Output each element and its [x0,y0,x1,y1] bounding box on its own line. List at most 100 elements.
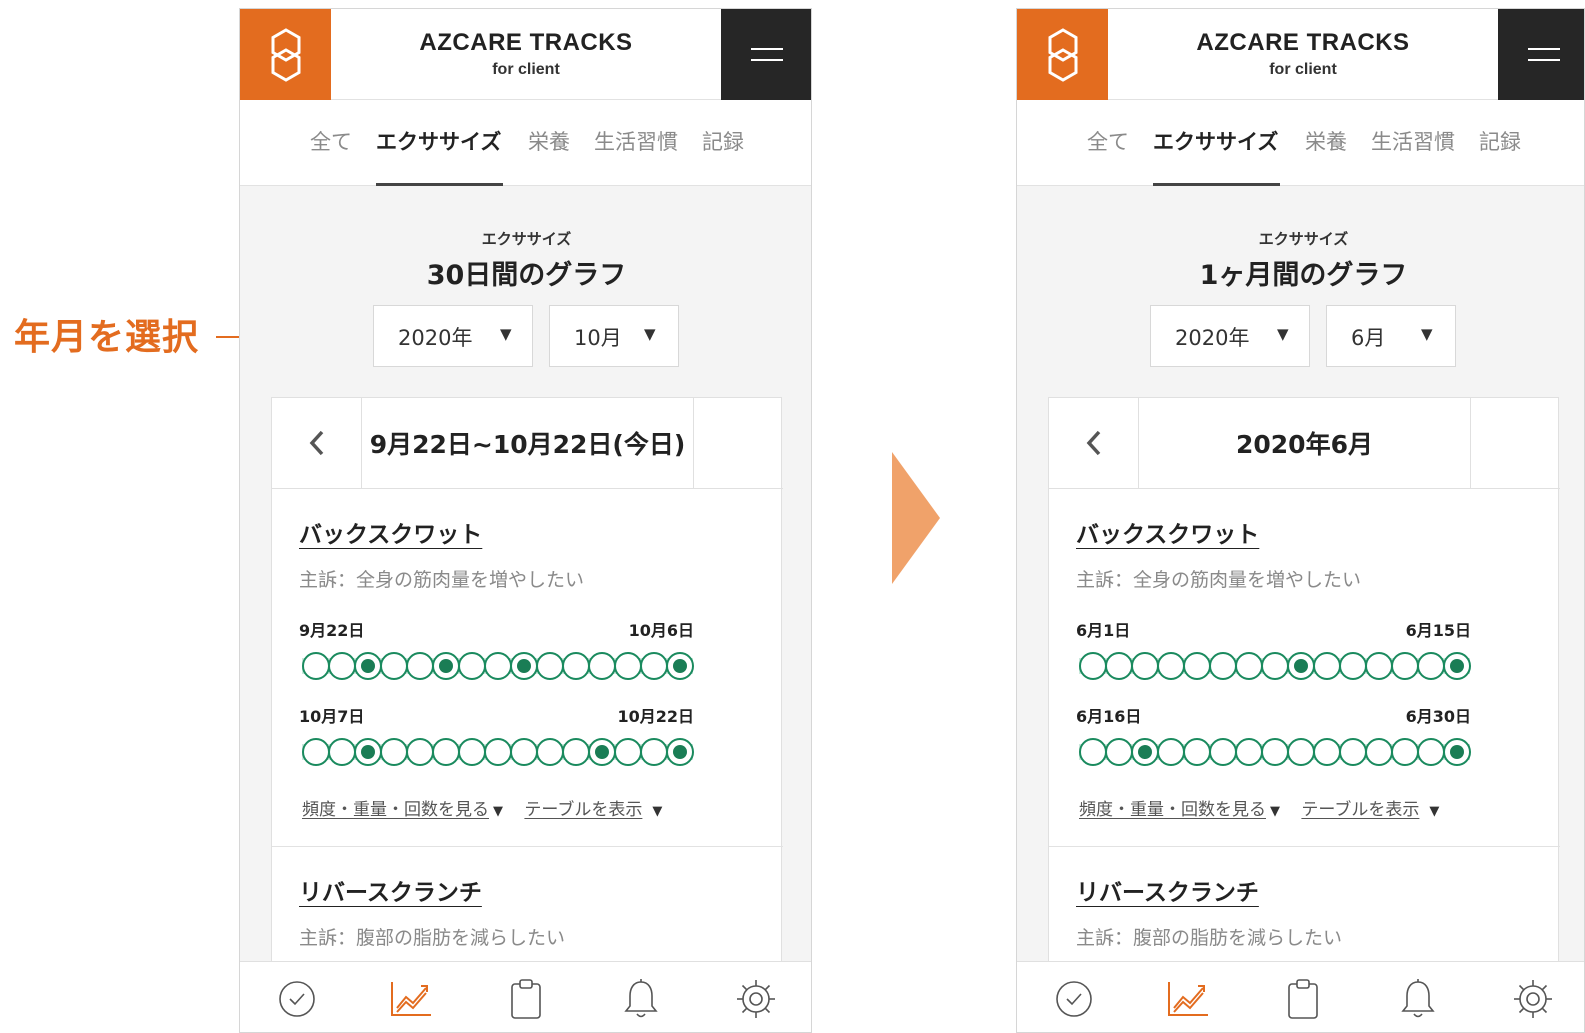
day-dot-empty [458,738,486,766]
row-end-date: 10月6日 [628,621,694,640]
bottom-navigation [240,961,811,1032]
year-select[interactable]: 2020年 ▼ [1150,305,1310,367]
day-dot-empty [406,738,434,766]
tab-records[interactable]: 記録 [1479,126,1521,156]
section-label: エクササイズ [481,230,572,248]
month-select-value: 10月 [574,326,622,350]
day-dot-empty [1391,738,1419,766]
tab-all[interactable]: 全て [1087,126,1129,156]
check-circle-icon[interactable] [1049,974,1099,1024]
app-header: AZCARE TRACKS for client [1017,9,1584,100]
show-table-link[interactable]: テーブルを表示 [1301,800,1419,820]
row-end-date: 10月22日 [617,707,694,726]
show-detail-link[interactable]: 頻度・重量・回数を見る [302,800,489,820]
day-dot-done [1287,652,1315,680]
previous-period-button[interactable] [1049,398,1139,488]
day-dot-empty [1183,652,1211,680]
exercise-title[interactable]: バックスクワット [1076,515,1259,549]
day-dot-empty [328,738,356,766]
tab-all[interactable]: 全て [310,126,352,156]
day-dot-empty [1339,738,1367,766]
callout-label: 年月を選択 [14,317,200,358]
month-select[interactable]: 6月 ▼ [1326,305,1456,367]
year-select[interactable]: 2020年 ▼ [373,305,533,367]
tab-nutrition[interactable]: 栄養 [1305,126,1347,156]
day-dot-empty [458,652,486,680]
day-dot-empty [640,738,668,766]
chevron-down-icon: ▼ [1429,804,1440,819]
day-dot-empty [614,738,642,766]
next-period-button[interactable] [1470,398,1560,488]
day-dot-done [510,652,538,680]
tab-lifestyle[interactable]: 生活習慣 [594,126,678,156]
hamburger-menu-icon[interactable] [721,9,811,100]
day-dot-empty [1157,652,1185,680]
chevron-down-icon: ▼ [1421,325,1433,343]
transition-arrow-icon [892,452,940,584]
graph-title: 30日間のグラフ [426,260,627,291]
day-dot-done [1131,738,1159,766]
check-circle-icon[interactable] [272,974,322,1024]
day-dot-empty [302,652,330,680]
hexagon-logo-icon[interactable] [1017,9,1108,100]
tab-records[interactable]: 記録 [702,126,744,156]
chart-icon[interactable] [386,974,436,1024]
day-dot-done [354,738,382,766]
card-divider [1049,846,1560,847]
day-dot-done [1443,738,1471,766]
gear-icon[interactable] [1508,974,1558,1024]
day-dot-done [432,652,460,680]
month-select[interactable]: 10月 ▼ [549,305,679,367]
period-label: 9月22日~10月22日(今日) [369,430,686,459]
row-end-date: 6月30日 [1405,707,1471,726]
chart-icon[interactable] [1163,974,1213,1024]
day-dot-empty [302,738,330,766]
bell-icon[interactable] [1393,974,1443,1024]
period-navigation: 2020年6月 [1049,398,1560,489]
category-tabs: 全て エクササイズ 栄養 生活習慣 記録 [1017,100,1584,186]
day-dot-empty [380,652,408,680]
show-detail-link[interactable]: 頻度・重量・回数を見る [1079,800,1266,820]
day-dot-empty [1391,652,1419,680]
day-dot-empty [536,652,564,680]
tab-exercise[interactable]: エクササイズ [376,126,501,156]
day-dot-empty [432,738,460,766]
tab-exercise[interactable]: エクササイズ [1153,126,1278,156]
exercise-title[interactable]: バックスクワット [299,515,482,549]
brand: AZCARE TRACKS for client [331,9,721,100]
hamburger-menu-icon[interactable] [1498,9,1584,100]
app-title: AZCARE TRACKS [419,29,633,56]
tab-nutrition[interactable]: 栄養 [528,126,570,156]
previous-period-button[interactable] [272,398,362,488]
day-dot-empty [1339,652,1367,680]
day-dot-empty [1235,652,1263,680]
chevron-down-icon: ▼ [644,325,656,343]
hexagon-logo-icon[interactable] [240,9,331,100]
day-dot-empty [640,652,668,680]
app-header: AZCARE TRACKS for client [240,9,811,100]
day-dot-empty [406,652,434,680]
day-dot-empty [1079,652,1107,680]
day-dot-empty [484,738,512,766]
exercise-title[interactable]: リバースクランチ [299,873,482,907]
chevron-left-icon [309,430,323,456]
clipboard-icon[interactable] [1278,974,1328,1024]
category-tabs: 全て エクササイズ 栄養 生活習慣 記録 [240,100,811,186]
phone-screen-after: AZCARE TRACKS for client 全て エクササイズ 栄養 生活… [1016,8,1585,1033]
day-dot-empty [1313,652,1341,680]
tab-lifestyle[interactable]: 生活習慣 [1371,126,1455,156]
exercise-note: 主訴：全身の筋肉量を増やしたい [299,569,585,591]
bell-icon[interactable] [616,974,666,1024]
graph-title: 1ヶ月間のグラフ [1199,260,1408,291]
chevron-down-icon: ▼ [493,804,503,819]
day-dot-empty [562,652,590,680]
exercise-note: 主訴：全身の筋肉量を増やしたい [1076,569,1362,591]
clipboard-icon[interactable] [501,974,551,1024]
day-dot-empty [1105,738,1133,766]
row-start-date: 6月16日 [1076,707,1142,726]
gear-icon[interactable] [731,974,781,1024]
next-period-button[interactable] [693,398,783,488]
exercise-title[interactable]: リバースクランチ [1076,873,1259,907]
period-navigation: 9月22日~10月22日(今日) [272,398,783,489]
show-table-link[interactable]: テーブルを表示 [524,800,642,820]
